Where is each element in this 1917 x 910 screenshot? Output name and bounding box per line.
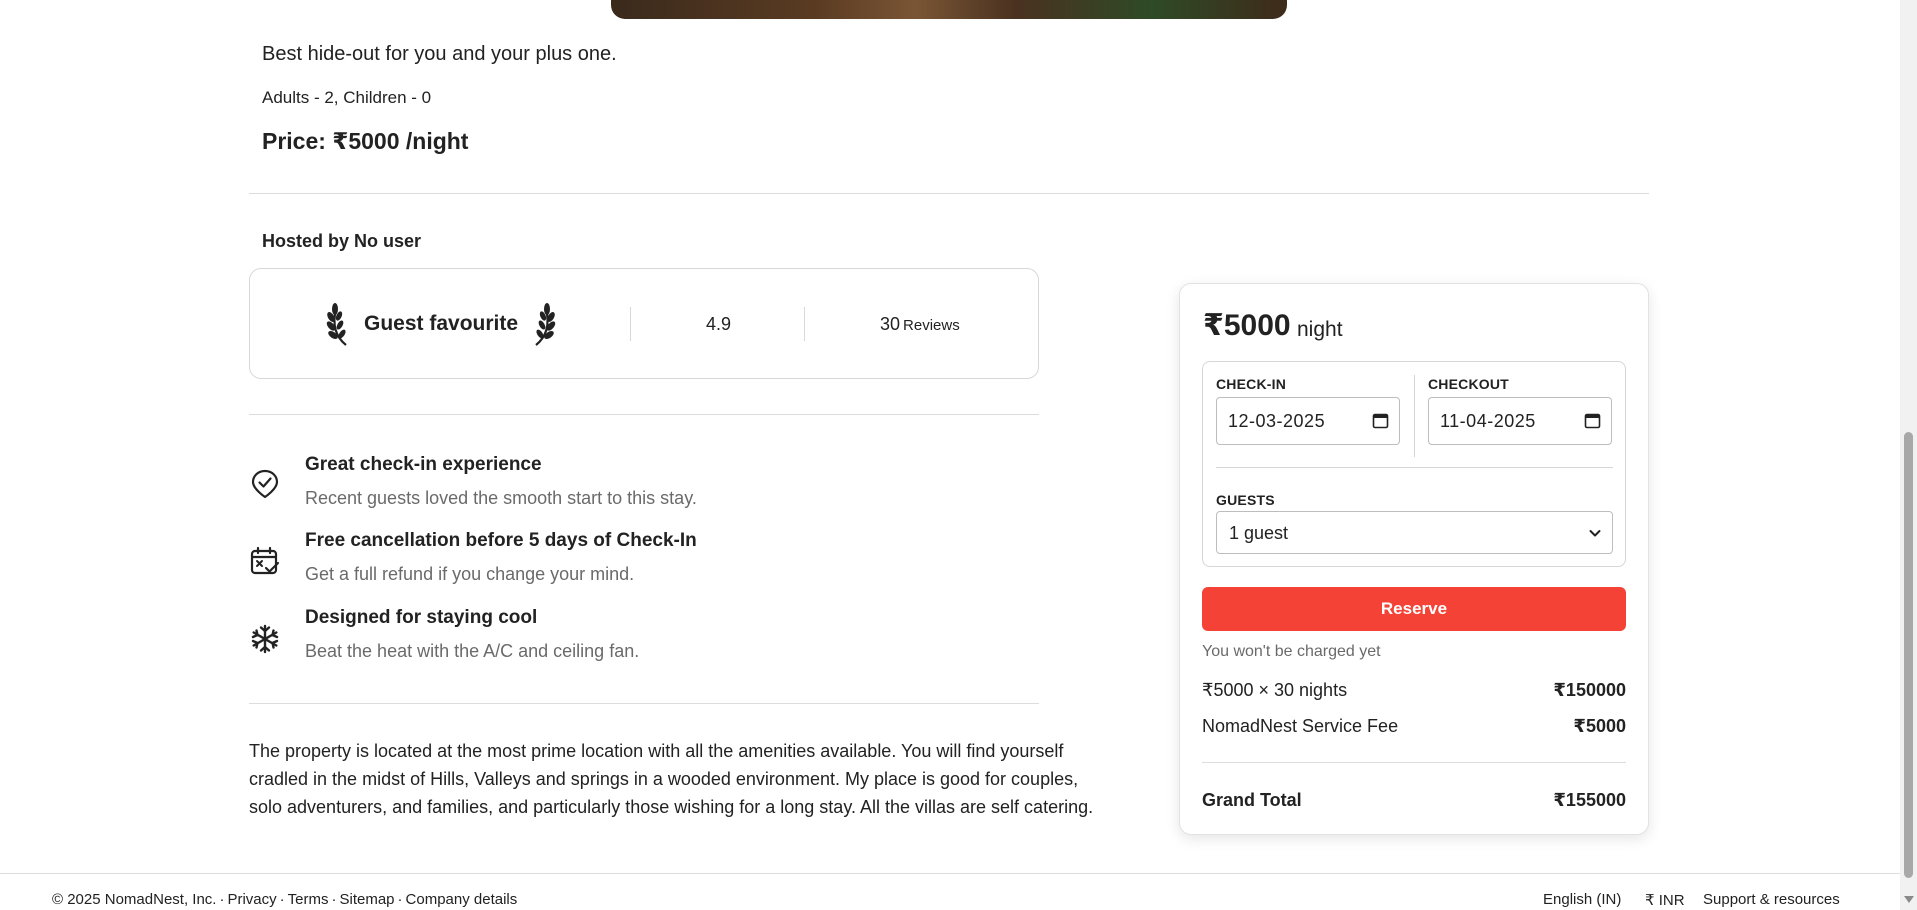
checkin-value: 12-03-2025 xyxy=(1228,411,1326,431)
guests-value: 1 guest xyxy=(1229,523,1289,543)
checkin-date-input[interactable]: 12-03-2025 xyxy=(1216,397,1400,445)
feature-title: Designed for staying cool xyxy=(305,607,538,628)
feature-description: Get a full refund if you change your min… xyxy=(305,564,635,584)
calendar-check-icon xyxy=(250,546,280,575)
feature-description: Recent guests loved the smooth start to … xyxy=(305,488,697,508)
footer-link-terms[interactable]: Terms xyxy=(288,891,329,908)
footer-link-sitemap[interactable]: Sitemap xyxy=(340,891,395,908)
reviews-number: 30 xyxy=(880,314,901,334)
guest-favourite-card: Guest favourite 4.9 30 Reviews xyxy=(249,268,1039,379)
card-divider xyxy=(804,307,805,341)
support-link[interactable]: Support & resources xyxy=(1703,891,1840,908)
service-fee-label: NomadNest Service Fee xyxy=(1202,716,1399,736)
form-divider xyxy=(1216,467,1613,468)
occupancy-info: Adults - 2, Children - 0 xyxy=(262,88,432,107)
footer-link-company-details[interactable]: Company details xyxy=(406,891,518,908)
reserve-button[interactable]: Reserve xyxy=(1202,587,1626,631)
guests-select[interactable]: 1 guest xyxy=(1216,511,1613,554)
footer-divider xyxy=(0,873,1900,874)
divider xyxy=(249,703,1039,704)
calendar-icon[interactable] xyxy=(1584,412,1601,429)
calendar-icon[interactable] xyxy=(1372,412,1389,429)
guest-favourite-label: Guest favourite xyxy=(364,312,519,335)
language-selector[interactable]: English (IN) xyxy=(1543,891,1621,908)
card-divider xyxy=(630,307,631,341)
reviews-count[interactable]: 30 Reviews xyxy=(880,314,960,335)
feature-title: Free cancellation before 5 days of Check… xyxy=(305,530,697,551)
snowflake-icon xyxy=(251,624,279,654)
host-info: Hosted by No user xyxy=(262,231,422,251)
scrollbar[interactable] xyxy=(1900,0,1917,910)
nights-cost-label: ₹5000 × 30 nights xyxy=(1202,680,1348,700)
copyright: © 2025 NomadNest, Inc. xyxy=(52,891,217,908)
divider xyxy=(249,414,1039,415)
checkout-value: 11-04-2025 xyxy=(1440,411,1536,431)
listing-photo xyxy=(611,0,1287,19)
date-divider xyxy=(1414,375,1415,457)
footer-legal: © 2025 NomadNest, Inc. · Privacy · Terms · Sit… xyxy=(52,891,518,908)
currency-selector[interactable]: ₹ INR xyxy=(1645,891,1685,909)
divider xyxy=(249,193,1649,194)
checkout-date-input[interactable]: 11-04-2025 xyxy=(1428,397,1612,445)
checkout-label: CHECKOUT xyxy=(1428,376,1509,392)
grand-total-label: Grand Total xyxy=(1202,790,1302,810)
booking-price: ₹5000 xyxy=(1203,309,1291,342)
chevron-down-icon xyxy=(1589,530,1601,537)
scrollbar-thumb[interactable] xyxy=(1904,432,1913,878)
booking-price-unit: night xyxy=(1297,318,1343,341)
nights-cost-value: ₹150000 xyxy=(1553,680,1626,700)
laurel-right-icon xyxy=(535,303,556,346)
checkin-label: CHECK-IN xyxy=(1216,376,1287,392)
property-description: The property is located at the most prim… xyxy=(249,741,1094,817)
reviews-label: Reviews xyxy=(903,317,960,334)
booking-form: CHECK-IN 12-03-2025 CHECKOUT 11-04-2025 … xyxy=(1202,361,1626,567)
booking-card: ₹5000 night CHECK-IN 12-03-2025 CHECKOUT… xyxy=(1179,283,1649,835)
feature-description: Beat the heat with the A/C and ceiling f… xyxy=(305,641,640,661)
service-fee-value: ₹5000 xyxy=(1573,716,1626,736)
laurel-left-icon xyxy=(326,303,347,346)
rating-value: 4.9 xyxy=(706,314,732,334)
summary-divider xyxy=(1202,762,1626,763)
check-badge-icon xyxy=(251,469,279,499)
listing-headline: Best hide-out for you and your plus one. xyxy=(262,43,617,65)
footer-link-privacy[interactable]: Privacy xyxy=(227,891,276,908)
scroll-down-arrow-icon[interactable] xyxy=(1904,896,1914,903)
listing-price: Price: ₹5000 /night xyxy=(262,128,469,154)
charge-note: You won't be charged yet xyxy=(1202,643,1381,660)
feature-title: Great check-in experience xyxy=(305,454,542,475)
grand-total-value: ₹155000 xyxy=(1553,790,1626,810)
guests-label: GUESTS xyxy=(1216,492,1275,508)
